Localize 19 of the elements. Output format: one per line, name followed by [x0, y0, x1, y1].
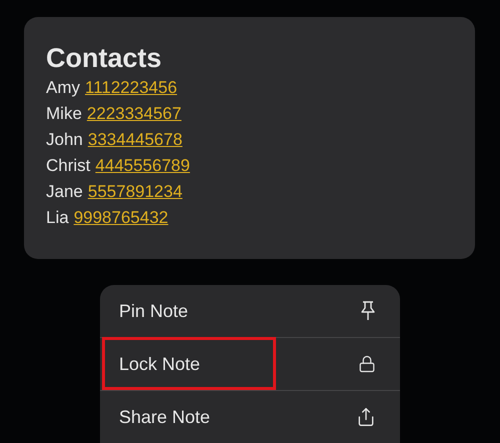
phone-link[interactable]: 9998765432 — [74, 205, 168, 231]
menu-item[interactable]: Lock Note — [100, 338, 400, 390]
contact-name: John — [46, 129, 83, 151]
pushpin-icon — [360, 301, 376, 321]
contact-name: Christ — [46, 155, 90, 177]
share-icon — [356, 407, 376, 427]
note-title: Contacts — [46, 42, 163, 75]
menu-item[interactable]: Share Note — [100, 391, 400, 443]
phone-link[interactable]: 4445556789 — [95, 153, 190, 179]
menu-item[interactable]: Pin Note — [100, 285, 400, 337]
lock-icon — [358, 355, 376, 373]
phone-link[interactable]: 2223334567 — [86, 101, 182, 127]
contact-name: Jane — [46, 181, 83, 203]
phone-link[interactable]: 3334445678 — [88, 127, 182, 153]
contact-name: Amy — [46, 77, 80, 99]
contact-name: Lia — [46, 207, 69, 229]
phone-link[interactable]: 5557891234 — [88, 179, 182, 205]
phone-link[interactable]: 1112223456 — [85, 75, 178, 101]
contact-name: Mike — [46, 103, 82, 125]
